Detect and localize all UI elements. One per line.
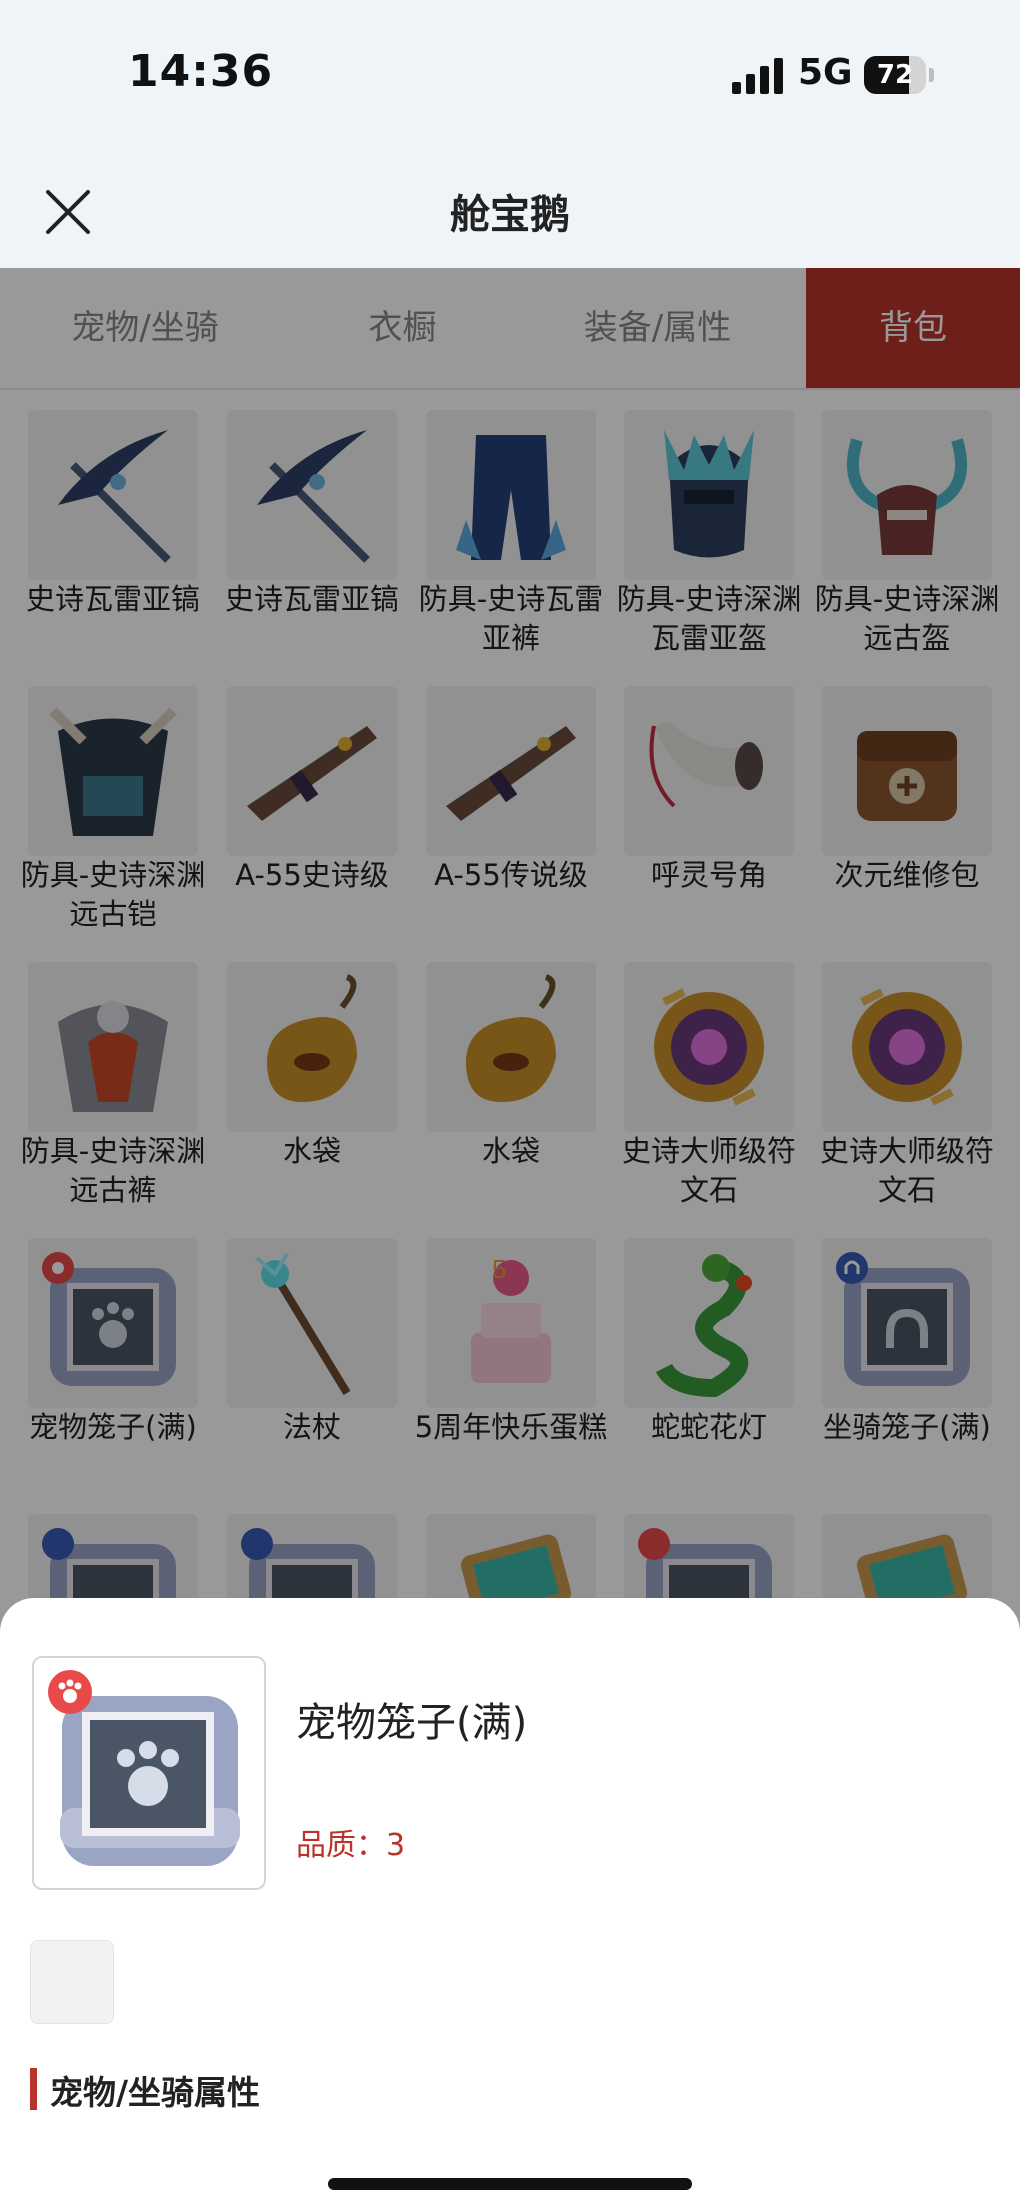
detail-item-name: 宠物笼子(满) bbox=[296, 1700, 528, 1746]
battery-icon: 72 bbox=[864, 56, 926, 94]
home-indicator bbox=[328, 2178, 692, 2190]
pet-cage-icon bbox=[32, 1656, 266, 1890]
attribute-slot[interactable] bbox=[30, 1940, 114, 2024]
battery-percent: 72 bbox=[876, 60, 914, 90]
status-time: 14:36 bbox=[128, 46, 274, 97]
section-marker bbox=[30, 2068, 37, 2110]
signal-icon bbox=[732, 58, 784, 94]
section-title: 宠物/坐骑属性 bbox=[50, 2073, 261, 2112]
battery-tip bbox=[929, 68, 934, 82]
status-bar: 14:36 5G 72 bbox=[0, 0, 1020, 160]
item-detail-sheet: 宠物笼子(满) 品质：3 宠物/坐骑属性 bbox=[0, 1598, 1020, 2211]
nav-header: 舱宝鹅 bbox=[0, 160, 1020, 268]
detail-quality: 品质：3 bbox=[296, 1828, 406, 1863]
network-label: 5G bbox=[798, 52, 853, 93]
page-title: 舱宝鹅 bbox=[450, 192, 570, 238]
